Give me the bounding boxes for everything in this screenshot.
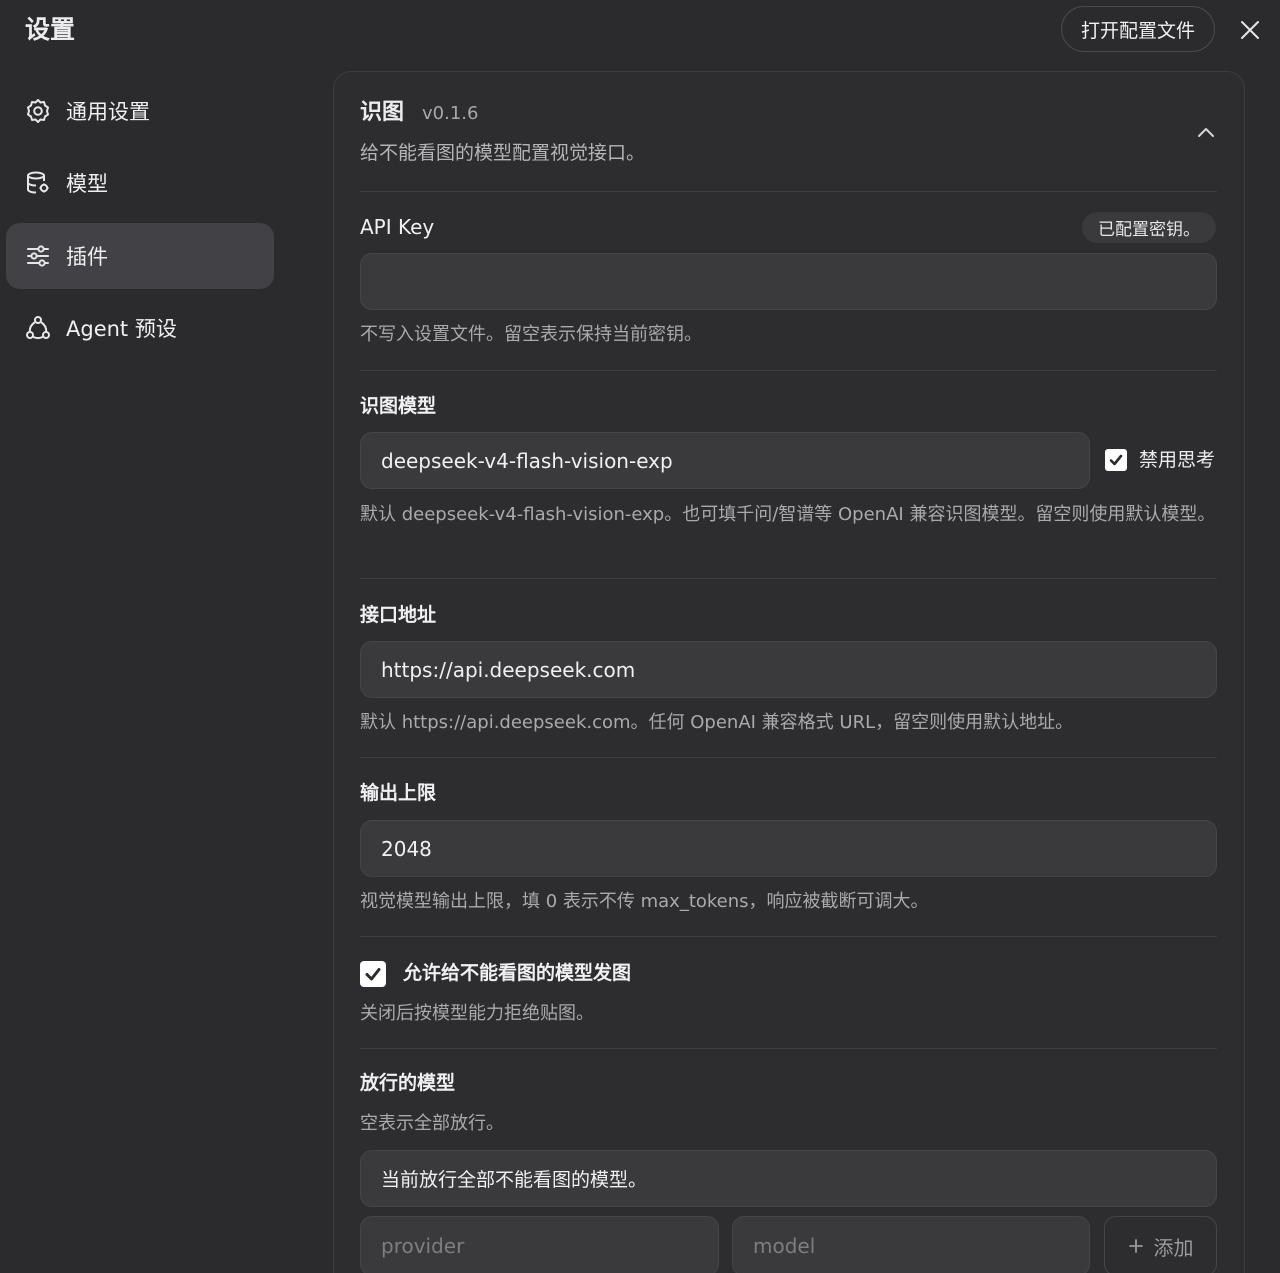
open-config-button[interactable]: 打开配置文件 — [1061, 6, 1215, 52]
divider — [360, 578, 1217, 579]
plus-icon — [1128, 1238, 1144, 1254]
allowed-models-hint: 空表示全部放行。 — [360, 1113, 504, 1134]
api-key-label: API Key — [360, 215, 435, 239]
allow-images-label[interactable]: 允许给不能看图的模型发图 — [403, 959, 631, 987]
sidebar-item-agent-presets[interactable]: Agent 预设 — [6, 295, 274, 361]
vision-model-input[interactable]: deepseek-v4-flash-vision-exp — [360, 432, 1090, 489]
sidebar-item-label: 模型 — [66, 172, 108, 196]
sidebar-item-general[interactable]: 通用设置 — [6, 78, 274, 144]
endpoint-input[interactable]: https://api.deepseek.com — [360, 641, 1217, 698]
sidebar-item-label: Agent 预设 — [66, 317, 177, 341]
gear-icon — [24, 97, 52, 125]
sliders-icon — [24, 242, 52, 270]
chevron-up-icon[interactable] — [1194, 120, 1218, 144]
disable-thinking-checkbox[interactable] — [1105, 449, 1127, 471]
divider — [360, 1048, 1217, 1049]
api-key-input[interactable] — [360, 253, 1217, 310]
disable-thinking-label[interactable]: 禁用思考 — [1139, 446, 1229, 474]
allowed-models-label: 放行的模型 — [360, 1072, 456, 1094]
vision-model-label: 识图模型 — [360, 395, 437, 417]
model-input[interactable]: model — [732, 1216, 1090, 1273]
max-output-label: 输出上限 — [360, 782, 437, 804]
plugin-name: 识图 — [360, 100, 405, 125]
divider — [360, 757, 1217, 758]
allow-images-checkbox[interactable] — [360, 961, 386, 987]
endpoint-hint: 默认 https://api.deepseek.com。任何 OpenAI 兼容… — [360, 712, 1074, 733]
page-title: 设置 — [25, 15, 76, 44]
vision-model-hint: 默认 deepseek-v4-flash-vision-exp。也可填千问/智谱… — [360, 504, 1216, 525]
settings-window: 设置 打开配置文件 通用设置 模型 插件 Agent 预设 识图 v0.1.6 … — [0, 0, 1280, 1273]
close-icon[interactable] — [1236, 16, 1264, 44]
divider — [360, 191, 1217, 192]
sidebar-item-models[interactable]: 模型 — [6, 150, 274, 216]
sidebar-item-label: 插件 — [66, 245, 108, 269]
add-button-label: 添加 — [1153, 1235, 1194, 1260]
sidebar-item-plugins[interactable]: 插件 — [6, 223, 274, 289]
allowed-models-status: 当前放行全部不能看图的模型。 — [360, 1150, 1217, 1207]
divider — [360, 936, 1217, 937]
api-key-hint: 不写入设置文件。留空表示保持当前密钥。 — [360, 324, 702, 345]
endpoint-label: 接口地址 — [360, 604, 437, 626]
plugin-description: 给不能看图的模型配置视觉接口。 — [360, 142, 646, 164]
allow-images-hint: 关闭后按模型能力拒绝贴图。 — [360, 1003, 594, 1024]
max-output-hint: 视觉模型输出上限，填 0 表示不传 max_tokens，响应被截断可调大。 — [360, 891, 929, 912]
database-icon — [24, 169, 52, 197]
add-button[interactable]: 添加 — [1104, 1216, 1217, 1273]
sidebar-item-label: 通用设置 — [66, 100, 150, 124]
provider-input[interactable]: provider — [360, 1216, 719, 1273]
divider — [360, 370, 1217, 371]
plugin-version: v0.1.6 — [422, 103, 479, 124]
key-configured-badge: 已配置密钥。 — [1082, 212, 1216, 243]
agent-icon — [24, 314, 52, 342]
max-output-input[interactable]: 2048 — [360, 820, 1217, 877]
